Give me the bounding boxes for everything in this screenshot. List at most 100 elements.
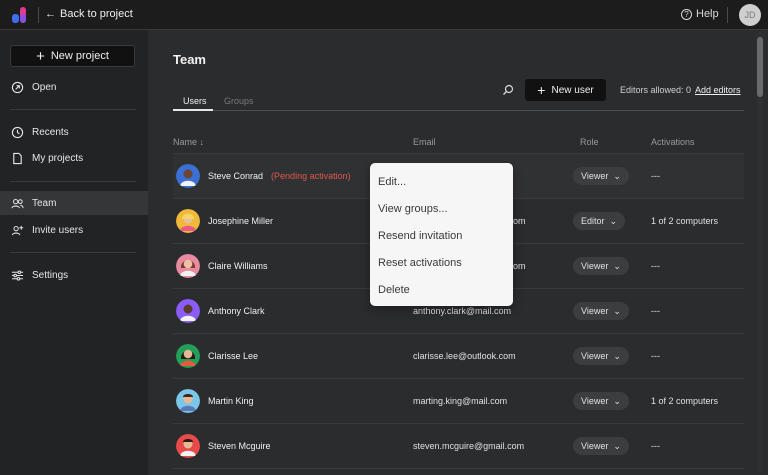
clock-icon <box>11 126 24 138</box>
user-email: om <box>513 261 526 271</box>
chevron-down-icon: ⌄ <box>613 350 621 361</box>
new-user-button[interactable]: + New user <box>525 79 606 101</box>
sort-arrow-down-icon: ↓ <box>199 137 205 147</box>
tabs-divider <box>173 110 744 111</box>
sidebar-divider <box>10 109 136 110</box>
sidebar-item-label: Recents <box>32 126 69 138</box>
role-dropdown[interactable]: Viewer ⌄ <box>573 167 629 185</box>
open-arrow-icon <box>11 81 24 93</box>
page-title: Team <box>173 52 206 67</box>
chevron-down-icon: ⌄ <box>613 395 621 406</box>
role-value: Viewer <box>581 441 609 451</box>
column-header-label: Name <box>173 137 198 147</box>
menu-item-resend-invitation[interactable]: Resend invitation <box>370 222 513 249</box>
user-avatar[interactable]: JD <box>739 4 761 26</box>
sidebar-item-my-projects[interactable]: My projects <box>0 146 148 170</box>
pending-activation-badge: (Pending activation) <box>271 171 351 181</box>
user-email: steven.mcguire@gmail.com <box>413 441 525 451</box>
column-header-activations: Activations <box>651 137 695 147</box>
user-activations: --- <box>651 441 660 451</box>
user-name: Clarisse Lee <box>208 351 259 361</box>
user-name: Martin King <box>208 396 254 406</box>
sidebar-item-invite-users[interactable]: Invite users <box>0 218 148 242</box>
sliders-icon <box>11 269 24 281</box>
sidebar-item-team[interactable]: Team <box>0 191 148 215</box>
user-activations: --- <box>651 351 660 361</box>
sidebar-item-label: My projects <box>32 152 84 164</box>
table-row[interactable]: Clarisse Lee clarisse.lee@outlook.com Vi… <box>173 334 744 379</box>
avatar <box>176 254 200 278</box>
sidebar-item-label: Settings <box>32 269 69 281</box>
tab-groups[interactable]: Groups <box>224 96 254 106</box>
sidebar-item-settings[interactable]: Settings <box>0 263 148 287</box>
search-icon[interactable] <box>502 84 514 96</box>
editors-allowed-count: Editors allowed: 0 <box>620 85 692 95</box>
user-email: om <box>513 216 526 226</box>
column-header-name[interactable]: Name ↓ <box>173 137 204 147</box>
sidebar-item-recents[interactable]: Recents <box>0 120 148 144</box>
avatar-initials: JD <box>744 10 756 20</box>
user-name: Steve Conrad (Pending activation) <box>208 171 351 181</box>
user-email: anthony.clark@mail.com <box>413 306 512 316</box>
role-dropdown[interactable]: Viewer ⌄ <box>573 302 629 320</box>
user-email: clarisse.lee@outlook.com <box>413 351 516 361</box>
help-icon: ? <box>681 8 692 20</box>
role-value: Viewer <box>581 306 609 316</box>
role-dropdown[interactable]: Viewer ⌄ <box>573 257 629 275</box>
row-context-menu: Edit... View groups... Resend invitation… <box>370 163 513 306</box>
add-editors-link[interactable]: Add editors <box>695 85 741 95</box>
menu-item-reset-activations[interactable]: Reset activations <box>370 249 513 276</box>
role-dropdown[interactable]: Viewer ⌄ <box>573 437 629 455</box>
user-name: Josephine Miller <box>208 216 274 226</box>
avatar <box>176 389 200 413</box>
role-dropdown[interactable]: Viewer ⌄ <box>573 392 629 410</box>
help-label: Help <box>696 8 719 20</box>
sidebar-divider <box>10 252 136 253</box>
add-user-icon <box>11 225 24 235</box>
table-row[interactable]: Martin King marting.king@mail.com Viewer… <box>173 379 744 424</box>
user-name: Claire Williams <box>208 261 268 271</box>
avatar <box>176 164 200 188</box>
avatar <box>176 299 200 323</box>
tab-users[interactable]: Users <box>183 96 207 106</box>
user-name: Anthony Clark <box>208 306 265 316</box>
new-project-button[interactable]: + New project <box>10 45 135 67</box>
table-row[interactable]: Steven Mcguire steven.mcguire@gmail.com … <box>173 424 744 469</box>
user-name-text: Steve Conrad <box>208 171 264 181</box>
sidebar-item-open[interactable]: Open <box>0 75 148 99</box>
column-header-email: Email <box>413 137 436 147</box>
sidebar-divider <box>10 181 136 182</box>
user-name: Steven Mcguire <box>208 441 271 451</box>
new-user-label: New user <box>551 84 594 96</box>
menu-item-view-groups[interactable]: View groups... <box>370 195 513 222</box>
user-activations: --- <box>651 171 660 181</box>
sidebar: + New project Open Recents My projects T… <box>0 30 148 475</box>
user-activations: 1 of 2 computers <box>651 216 719 226</box>
role-value: Viewer <box>581 261 609 271</box>
scrollbar[interactable] <box>757 32 763 472</box>
back-to-project-link[interactable]: ← Back to project <box>45 8 133 20</box>
active-tab-indicator <box>173 109 213 111</box>
top-bar: ← Back to project ? Help JD <box>0 0 768 30</box>
team-icon <box>11 198 24 208</box>
chevron-down-icon: ⌄ <box>613 260 621 271</box>
menu-item-edit[interactable]: Edit... <box>370 168 513 195</box>
role-dropdown[interactable]: Editor ⌄ <box>573 212 626 230</box>
avatar <box>176 434 200 458</box>
column-header-role: Role <box>580 137 599 147</box>
scrollbar-thumb[interactable] <box>757 37 763 97</box>
chevron-down-icon: ⌄ <box>613 440 621 451</box>
help-button[interactable]: ? Help <box>681 8 719 20</box>
chevron-down-icon: ⌄ <box>609 215 618 226</box>
role-dropdown[interactable]: Viewer ⌄ <box>573 347 629 365</box>
role-value: Viewer <box>581 351 609 361</box>
user-activations: --- <box>651 306 660 316</box>
user-activations: 1 of 2 computers <box>651 396 719 406</box>
topbar-divider <box>38 7 39 23</box>
menu-item-delete[interactable]: Delete <box>370 276 513 303</box>
role-value: Viewer <box>581 171 609 181</box>
chevron-down-icon: ⌄ <box>613 170 621 181</box>
sidebar-item-label: Invite users <box>32 224 84 236</box>
plus-icon: + <box>36 47 45 65</box>
topbar-divider <box>727 7 728 23</box>
